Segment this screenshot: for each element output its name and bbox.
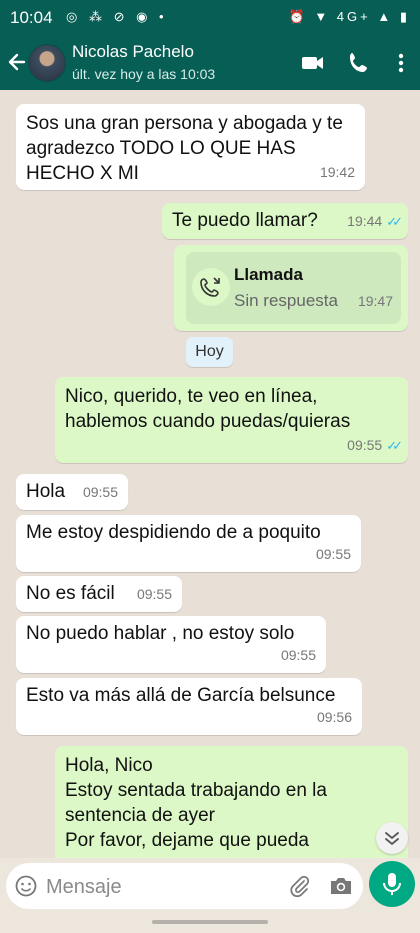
chat-area[interactable]: Sos una gran persona y abogada y te agra… (0, 90, 420, 858)
message-time: 09:55 (82, 484, 118, 500)
message-incoming[interactable]: No puedo hablar , no estoy solo 09:55 (16, 616, 326, 673)
message-incoming[interactable]: No es fácil 09:55 (16, 576, 182, 612)
emoji-icon[interactable] (14, 874, 38, 898)
composer-bar (0, 858, 420, 933)
message-outgoing[interactable]: Hola, Nico Estoy sentada trabajando en l… (55, 746, 408, 858)
message-time: 09:55 (315, 546, 351, 562)
gesture-handle (152, 920, 268, 924)
message-time: 09:55 (347, 437, 383, 453)
message-time: 19:44 (347, 213, 383, 229)
mic-button[interactable] (369, 861, 415, 907)
voice-call-icon[interactable] (346, 50, 372, 76)
message-outgoing[interactable]: Te puedo llamar? 19:44 ✓✓ (162, 203, 408, 239)
missed-call-icon (192, 268, 230, 306)
date-divider: Hoy (186, 337, 233, 367)
message-input[interactable] (44, 871, 278, 903)
message-incoming[interactable]: Hola 09:55 (16, 474, 128, 510)
call-title: Llamada (234, 265, 303, 284)
call-status: Sin respuesta (234, 291, 338, 310)
clock: 10:04 (10, 8, 53, 27)
contact-name[interactable]: Nicolas Pachelo (72, 42, 194, 62)
message-incoming[interactable]: Esto va más allá de García belsunce 09:5… (16, 678, 362, 735)
notification-icons: ◎ ⁂ ⊘ ◉ • (66, 9, 168, 24)
message-time: 09:55 (136, 586, 172, 602)
read-ticks-icon: ✓✓ (386, 214, 403, 229)
mic-icon (383, 873, 401, 895)
more-options-icon[interactable] (388, 50, 414, 76)
avatar[interactable] (28, 44, 66, 82)
message-time: 09:55 (280, 647, 316, 663)
call-card[interactable]: Llamada Sin respuesta 19:47 (186, 252, 401, 324)
message-input-pill[interactable] (6, 863, 363, 909)
message-incoming[interactable]: Sos una gran persona y abogada y te agra… (16, 104, 365, 190)
message-outgoing[interactable]: Nico, querido, te veo en línea, hablemos… (55, 377, 408, 463)
message-time: 19:42 (319, 164, 355, 180)
call-time: 19:47 (357, 293, 393, 309)
camera-icon[interactable] (328, 874, 354, 898)
last-seen-status: últ. vez hoy a las 10:03 (72, 66, 216, 82)
chat-header: Nicolas Pachelo últ. vez hoy a las 10:03 (0, 36, 420, 90)
read-ticks-icon: ✓✓ (386, 438, 403, 453)
scroll-to-bottom-button[interactable] (376, 822, 408, 854)
message-time: 09:56 (316, 709, 352, 725)
status-bar: 10:04 ◎ ⁂ ⊘ ◉ • ⏰ ▼ 4G+ ▲ ▮ (0, 0, 420, 36)
call-message[interactable]: Llamada Sin respuesta 19:47 (174, 245, 408, 331)
back-arrow-icon[interactable] (6, 48, 28, 76)
video-call-icon[interactable] (300, 50, 326, 76)
message-incoming[interactable]: Me estoy despidiendo de a poquito 09:55 (16, 515, 361, 572)
system-icons: ⏰ ▼ 4G+ ▲ ▮ (288, 9, 410, 24)
attach-icon[interactable] (288, 874, 312, 898)
